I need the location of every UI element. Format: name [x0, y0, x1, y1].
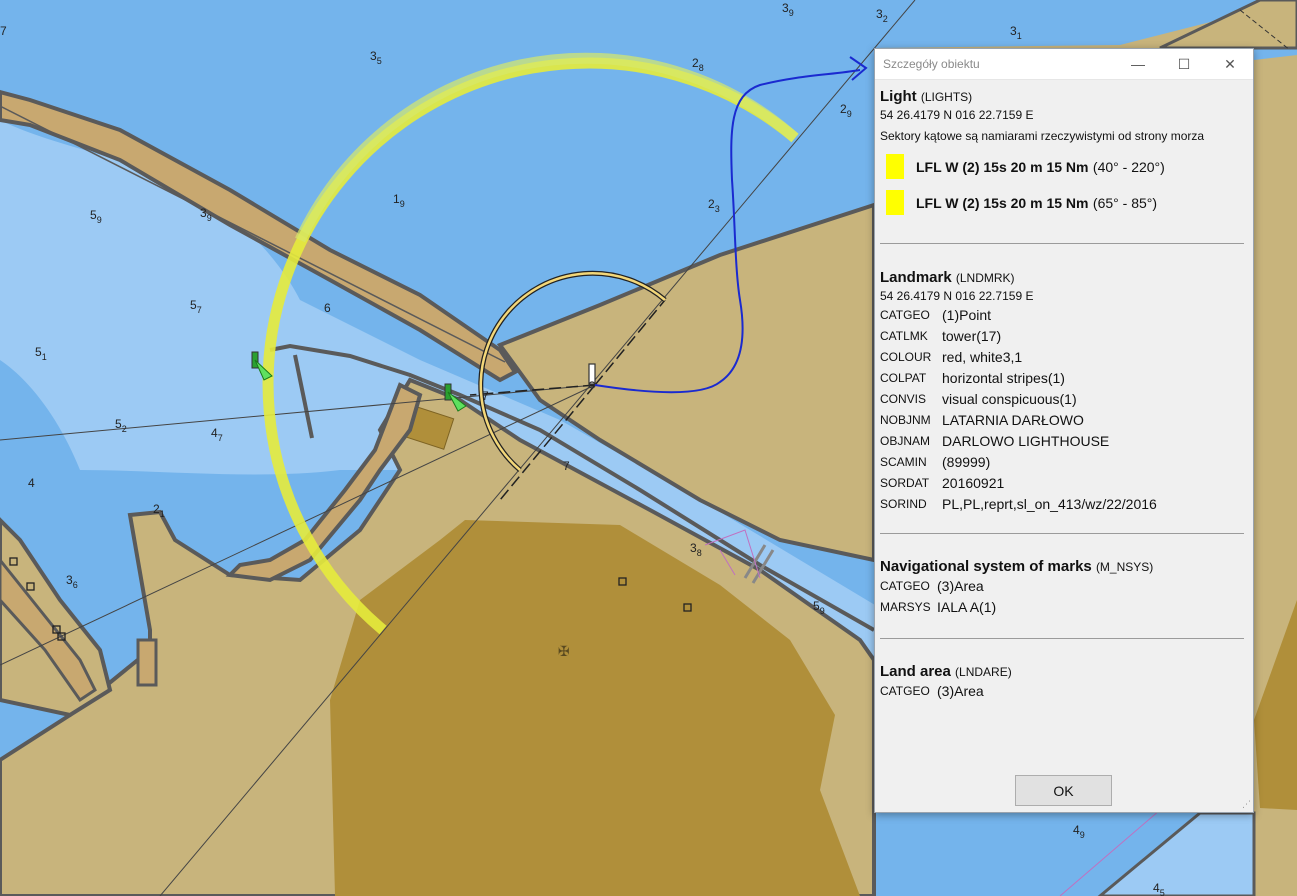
section-divider: [880, 243, 1244, 244]
light-code: (LIGHTS): [920, 90, 973, 104]
maximize-icon: ☐: [1177, 55, 1191, 72]
landmark-code: (LNDMRK): [955, 271, 1015, 285]
attr-value: (3)Area: [937, 578, 984, 594]
attr-value: DARLOWO LIGHTHOUSE: [942, 433, 1110, 449]
section-divider: [880, 533, 1244, 534]
attr-value: (3)Area: [937, 683, 984, 699]
landarea-name: Land area: [880, 663, 951, 680]
landarea-code: (LNDARE): [955, 665, 1012, 679]
depth-sounding: 7: [563, 459, 570, 473]
attr-value: visual conspicuous(1): [942, 391, 1077, 407]
light-section: Light (LIGHTS) 54 26.4179 N 016 22.7159 …: [880, 88, 1248, 215]
attr-row: CONVIS visual conspicuous(1): [880, 390, 1248, 408]
attr-key: CATGEO: [880, 308, 930, 322]
light-color-swatch: [886, 190, 904, 215]
attr-row: CATGEO (1)Point: [880, 306, 1248, 324]
object-details-dialog[interactable]: Szczegóły obiektu — ☐ ✕ Light (LIGHTS) 5…: [874, 48, 1254, 813]
attr-row: COLOUR red, white3,1: [880, 348, 1248, 366]
light-sector-row: LFL W (2) 15s 20 m 15 Nm (65° - 85°): [886, 190, 1248, 215]
light-sector-row: LFL W (2) 15s 20 m 15 Nm (40° - 220°): [886, 154, 1248, 179]
attr-key: COLPAT: [880, 371, 927, 385]
light-sector-range: (40° - 220°): [1092, 158, 1165, 175]
attr-key: CATGEO: [880, 579, 930, 593]
attr-key: SCAMIN: [880, 455, 927, 469]
resize-grip-icon[interactable]: ⋰: [1242, 799, 1251, 810]
attr-value: IALA A(1): [937, 599, 997, 615]
landmark-coords: 54 26.4179 N 016 22.7159 E: [880, 289, 1034, 303]
attr-key: NOBJNM: [880, 413, 931, 427]
landarea-section: Land area (LNDARE) CATGEO (3)Area: [880, 663, 1248, 700]
attr-key: SORDAT: [880, 476, 930, 490]
attr-row: MARSYS IALA A(1): [880, 598, 1248, 616]
close-icon: ✕: [1224, 55, 1236, 72]
attr-key: OBJNAM: [880, 434, 931, 448]
attr-row: CATGEO (3)Area: [880, 577, 1248, 595]
navsys-code: (M_NSYS): [1095, 560, 1154, 574]
dialog-content: Light (LIGHTS) 54 26.4179 N 016 22.7159 …: [875, 80, 1253, 700]
dock-stub: [136, 638, 158, 687]
landmark-heading: Landmark (LNDMRK): [880, 269, 1248, 286]
navsys-name: Navigational system of marks: [880, 558, 1092, 575]
navsys-section: Navigational system of marks (M_NSYS) CA…: [880, 558, 1248, 616]
light-heading: Light (LIGHTS): [880, 88, 1248, 105]
attr-key: CONVIS: [880, 392, 927, 406]
attr-row: COLPAT horizontal stripes(1): [880, 369, 1248, 387]
light-sector-desc: LFL W (2) 15s 20 m 15 Nm: [916, 158, 1089, 175]
light-name: Light: [880, 88, 917, 105]
attr-value: 20160921: [942, 475, 1005, 491]
attr-value: tower(17): [942, 328, 1002, 344]
church-icon: ✠: [558, 643, 570, 659]
depth-sounding: 7: [482, 389, 489, 403]
dialog-title: Szczegóły obiektu: [883, 57, 980, 71]
lighthouse-icon[interactable]: [588, 363, 596, 389]
attr-row: NOBJNM LATARNIA DARŁOWO: [880, 411, 1248, 429]
minimize-button[interactable]: —: [1115, 49, 1161, 79]
attr-value: horizontal stripes(1): [942, 370, 1065, 386]
attr-key: SORIND: [880, 497, 927, 511]
depth-sounding: 6: [324, 301, 331, 315]
ok-button[interactable]: OK: [1015, 775, 1112, 806]
navsys-heading: Navigational system of marks (M_NSYS): [880, 558, 1248, 575]
landarea-heading: Land area (LNDARE): [880, 663, 1248, 680]
attr-value: (1)Point: [942, 307, 992, 323]
attr-key: COLOUR: [880, 350, 932, 364]
light-color-swatch: [886, 154, 904, 179]
attr-row: CATGEO (3)Area: [880, 682, 1248, 700]
light-note: Sektory kątowe są namiarami rzeczywistym…: [880, 129, 1205, 143]
attr-row: SCAMIN (89999): [880, 453, 1248, 471]
attr-value: red, white3,1: [942, 349, 1023, 365]
landmark-name: Landmark: [880, 269, 952, 286]
attr-value: (89999): [942, 454, 991, 470]
attr-value: LATARNIA DARŁOWO: [942, 412, 1084, 428]
minimize-icon: —: [1131, 56, 1145, 72]
attr-row: CATLMK tower(17): [880, 327, 1248, 345]
attr-key: CATLMK: [880, 329, 928, 343]
attr-row: SORIND PL,PL,reprt,sl_on_413/wz/22/2016: [880, 495, 1248, 513]
close-button[interactable]: ✕: [1207, 49, 1253, 79]
attr-key: MARSYS: [880, 600, 931, 614]
dialog-titlebar[interactable]: Szczegóły obiektu — ☐ ✕: [875, 49, 1253, 80]
section-divider: [880, 638, 1244, 639]
depth-sounding: 7: [0, 24, 7, 38]
maximize-button[interactable]: ☐: [1161, 49, 1207, 79]
light-sector-desc: LFL W (2) 15s 20 m 15 Nm: [916, 194, 1089, 211]
light-sector-range: (65° - 85°): [1092, 194, 1158, 211]
light-coords: 54 26.4179 N 016 22.7159 E: [880, 108, 1034, 122]
attr-value: PL,PL,reprt,sl_on_413/wz/22/2016: [942, 496, 1157, 512]
attr-row: SORDAT 20160921: [880, 474, 1248, 492]
landmark-section: Landmark (LNDMRK) 54 26.4179 N 016 22.71…: [880, 269, 1248, 513]
depth-sounding: 4: [28, 476, 35, 490]
attr-row: OBJNAM DARLOWO LIGHTHOUSE: [880, 432, 1248, 450]
attr-key: CATGEO: [880, 684, 930, 698]
